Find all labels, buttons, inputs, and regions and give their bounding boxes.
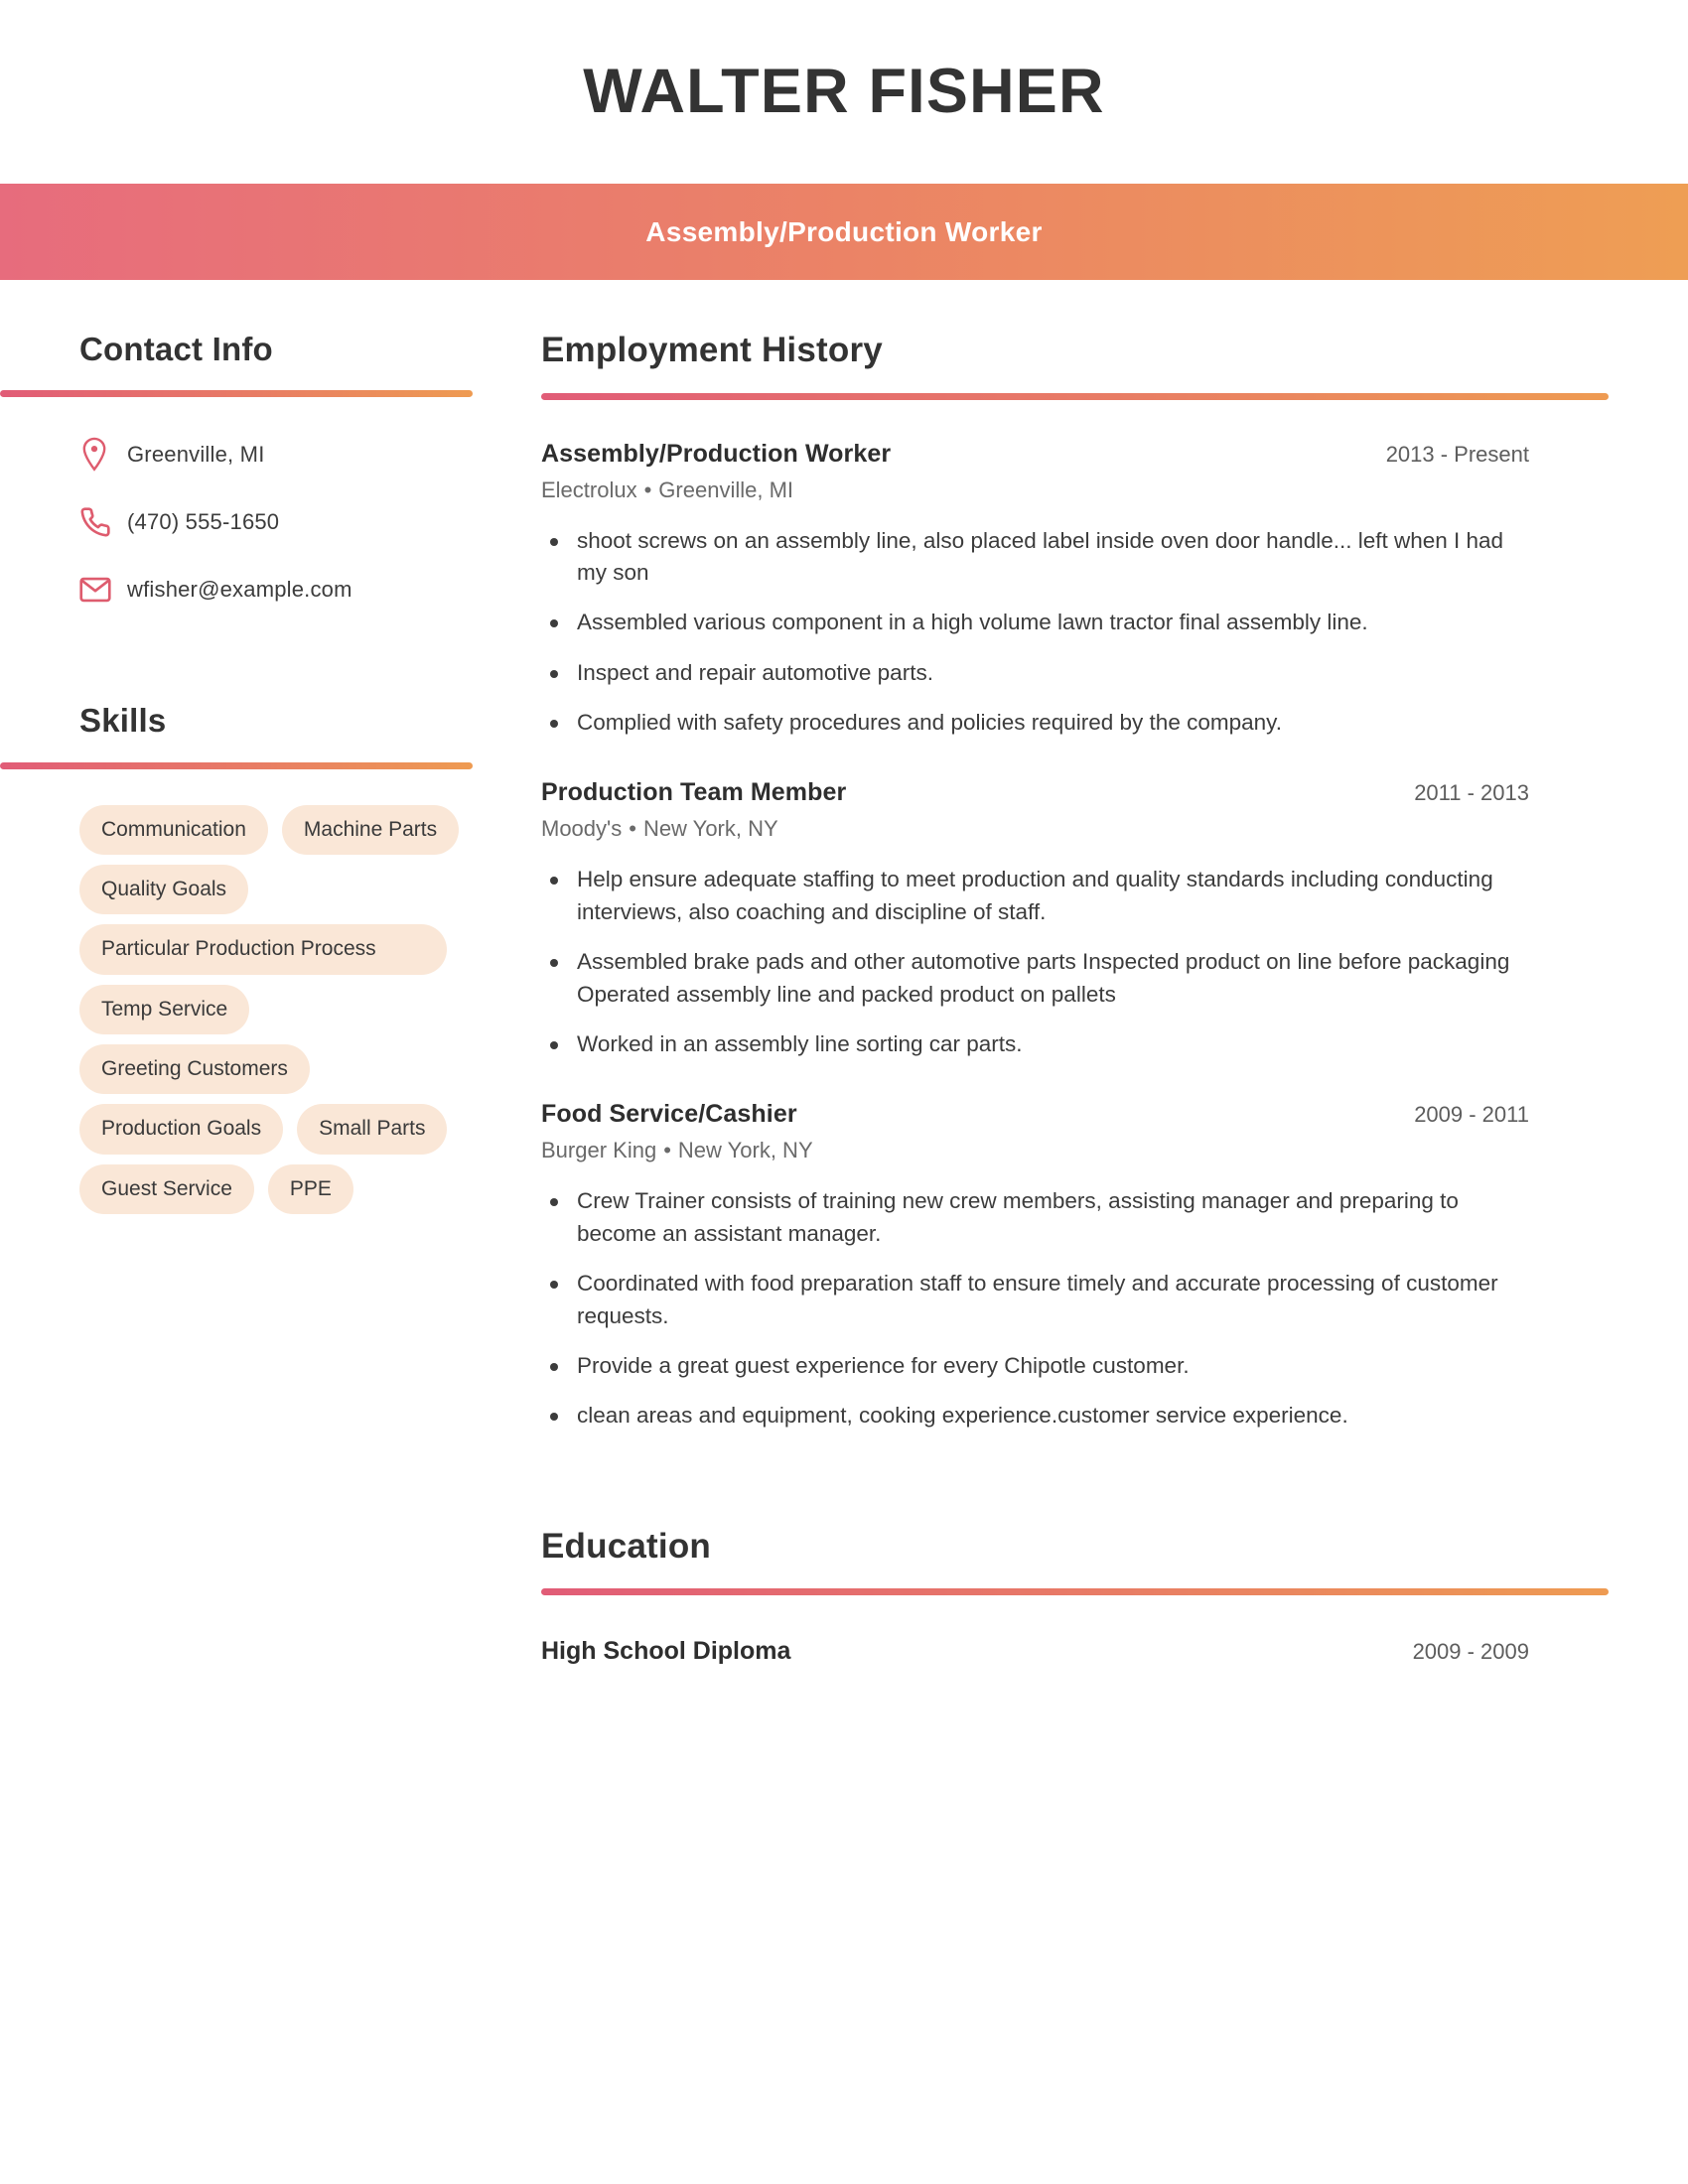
candidate-name: WALTER FISHER (583, 57, 1105, 126)
job-dates: 2013 - Present (1385, 441, 1529, 467)
contact-divider (0, 390, 473, 398)
job-role: Assembly/Production Worker (541, 439, 892, 468)
job-meta: Burger King • New York, NY (541, 1138, 1529, 1163)
sidebar: Contact Info Greenville, MI (470) 555-16… (0, 331, 473, 1214)
job-company: Moody's (541, 816, 623, 842)
header-title-band: Assembly/Production Worker (0, 184, 1688, 280)
skill-pill[interactable]: Greeting Customers (79, 1043, 310, 1095)
job-role: Production Team Member (541, 778, 847, 807)
skill-pill[interactable]: Temp Service (79, 984, 250, 1034)
job-bullet: Inspect and repair automotive parts. (541, 657, 1529, 689)
job-header: Food Service/Cashier 2009 - 2011 (541, 1100, 1529, 1129)
header-name-band: WALTER FISHER (0, 0, 1688, 184)
job-bullet: clean areas and equipment, cooking exper… (541, 1400, 1529, 1432)
education-divider (541, 1588, 1609, 1596)
job-location: New York, NY (677, 1138, 813, 1163)
education-entry: High School Diploma 2009 - 2009 (541, 1637, 1529, 1666)
job-bullet: Provide a great guest experience for eve… (541, 1350, 1529, 1382)
contact-phone-value: (470) 555-1650 (127, 509, 280, 535)
candidate-job-title: Assembly/Production Worker (645, 215, 1043, 247)
skill-pill[interactable]: Small Parts (297, 1104, 448, 1155)
job-bullet: shoot screws on an assembly line, also p… (541, 525, 1529, 590)
skills-divider (0, 761, 473, 769)
employment-divider (541, 392, 1609, 400)
job-header: Production Team Member 2011 - 2013 (541, 778, 1529, 807)
skill-pill[interactable]: Particular Production Process (79, 924, 447, 975)
contact-heading: Contact Info (79, 331, 273, 367)
job-bullet: Assembled brake pads and other automotiv… (541, 946, 1529, 1011)
job-bullet: Coordinated with food preparation staff … (541, 1268, 1529, 1332)
skill-pill[interactable]: Guest Service (79, 1163, 254, 1214)
job-entry: Food Service/Cashier 2009 - 2011 Burger … (541, 1100, 1529, 1432)
job-header: Assembly/Production Worker 2013 - Presen… (541, 440, 1529, 469)
job-bullet: Help ensure adequate staffing to meet pr… (541, 864, 1529, 928)
main-content: Employment History Assembly/Production W… (541, 331, 1609, 1667)
education-heading: Education (541, 1526, 711, 1566)
job-location: Greenville, MI (658, 477, 794, 502)
employment-heading: Employment History (541, 331, 883, 369)
envelope-icon (79, 577, 127, 603)
job-dates: 2009 - 2011 (1414, 1102, 1529, 1128)
job-bullets: Crew Trainer consists of training new cr… (541, 1185, 1529, 1432)
skill-pill[interactable]: Quality Goals (79, 864, 249, 915)
contact-location-value: Greenville, MI (127, 442, 265, 468)
meta-separator-icon: • (643, 477, 652, 502)
contact-item-location[interactable]: Greenville, MI (79, 433, 473, 477)
meta-separator-icon: • (629, 816, 636, 842)
education-degree: High School Diploma (541, 1637, 791, 1666)
job-location: New York, NY (642, 816, 778, 842)
contact-item-email[interactable]: wfisher@example.com (79, 568, 473, 612)
job-bullet: Crew Trainer consists of training new cr… (541, 1185, 1529, 1250)
job-company: Electrolux (541, 477, 637, 502)
education-dates: 2009 - 2009 (1412, 1639, 1529, 1665)
contact-item-phone[interactable]: (470) 555-1650 (79, 500, 473, 544)
job-role: Food Service/Cashier (541, 1100, 797, 1129)
skill-pill[interactable]: Production Goals (79, 1104, 284, 1155)
job-bullet: Assembled various component in a high vo… (541, 607, 1529, 638)
meta-separator-icon: • (663, 1138, 671, 1163)
contact-list: Greenville, MI (470) 555-1650 wfisher@ex… (79, 433, 473, 612)
job-bullet: Complied with safety procedures and poli… (541, 707, 1529, 739)
job-meta: Electrolux • Greenville, MI (541, 478, 1529, 503)
skills-section: Skills Communication Machine Parts Quali… (0, 702, 473, 1214)
job-bullets: shoot screws on an assembly line, also p… (541, 525, 1529, 740)
job-bullets: Help ensure adequate staffing to meet pr… (541, 864, 1529, 1060)
skill-pill[interactable]: PPE (267, 1163, 353, 1214)
skills-list: Communication Machine Parts Quality Goal… (79, 804, 477, 1214)
job-entry: Production Team Member 2011 - 2013 Moody… (541, 778, 1529, 1060)
job-company: Burger King (541, 1138, 657, 1163)
resume-body: Contact Info Greenville, MI (470) 555-16… (0, 280, 1688, 1666)
education-section: Education High School Diploma 2009 - 200… (541, 1526, 1609, 1667)
location-pin-icon (79, 437, 127, 473)
employment-section: Employment History Assembly/Production W… (541, 331, 1609, 1433)
job-bullet: Worked in an assembly line sorting car p… (541, 1028, 1529, 1060)
resume-page: WALTER FISHER Assembly/Production Worker… (0, 0, 1688, 2184)
contact-section: Contact Info Greenville, MI (470) 555-16… (0, 331, 473, 612)
job-meta: Moody's • New York, NY (541, 816, 1529, 842)
job-dates: 2011 - 2013 (1414, 780, 1529, 806)
phone-icon (79, 506, 127, 538)
skills-heading: Skills (79, 702, 167, 740)
skill-pill[interactable]: Machine Parts (281, 804, 460, 855)
job-entry: Assembly/Production Worker 2013 - Presen… (541, 440, 1529, 740)
contact-email-value: wfisher@example.com (127, 577, 352, 603)
skill-pill[interactable]: Communication (79, 804, 268, 855)
